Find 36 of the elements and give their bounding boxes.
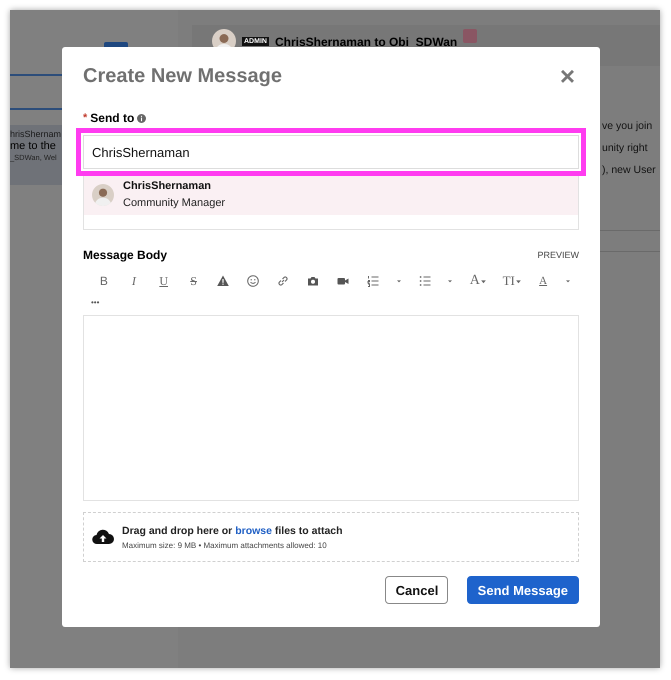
attachment-dropzone[interactable]: Drag and drop here or browse files to attach Maximum size: 9 MB • Maximum attachments allowed: 10 xyxy=(83,512,579,562)
conversation-title: ChrisShernaman to Obi_SDWan xyxy=(274,35,458,49)
conversation-text: me to the xyxy=(10,140,56,152)
italic-button[interactable]: I xyxy=(118,272,149,290)
message-field[interactable] xyxy=(83,315,579,501)
required-mark: * xyxy=(83,112,88,124)
send-button[interactable]: Send Message xyxy=(466,576,579,604)
field-label: Send to xyxy=(90,111,134,125)
more-button[interactable]: ••• xyxy=(91,298,105,307)
close-button[interactable]: × xyxy=(556,63,579,89)
text-color-button[interactable]: A xyxy=(529,272,558,290)
suggestion-item[interactable]: ChrisShernaman Community Manager xyxy=(84,176,578,215)
cancel-button[interactable]: Cancel xyxy=(384,576,448,604)
bold-button[interactable]: B xyxy=(89,272,119,290)
message-text: ve you join xyxy=(602,120,652,132)
browse-link[interactable]: browse xyxy=(235,524,272,536)
text-size-button[interactable]: TI xyxy=(495,272,530,290)
caret-icon xyxy=(480,278,487,284)
message-text: unity right xyxy=(602,142,648,154)
caret-icon xyxy=(514,278,522,284)
message-text: ), new User xyxy=(602,164,656,176)
conversation-text: hrisShernam xyxy=(10,129,62,139)
avatar-icon xyxy=(92,184,114,206)
dialog-title: Create New Message xyxy=(83,64,282,88)
cloud-upload-icon xyxy=(92,528,114,546)
info-icon[interactable] xyxy=(137,114,146,122)
preview-button[interactable]: PREVIEW xyxy=(537,250,579,260)
font-button[interactable]: A xyxy=(461,272,496,290)
recipient-field[interactable]: ChrisShernaman xyxy=(83,135,579,169)
field-label: Message Body xyxy=(83,248,168,262)
user-name: ChrisShernaman xyxy=(123,180,212,192)
attach-limits: Maximum size: 9 MB • Maximum attachments allowed: 10 xyxy=(122,540,328,550)
underline-button[interactable]: U xyxy=(148,272,179,290)
strikethrough-button[interactable]: S xyxy=(178,272,208,290)
attach-instructions: Drag and drop here or browse files to attach xyxy=(122,524,343,536)
user-role: Community Manager xyxy=(123,197,226,209)
